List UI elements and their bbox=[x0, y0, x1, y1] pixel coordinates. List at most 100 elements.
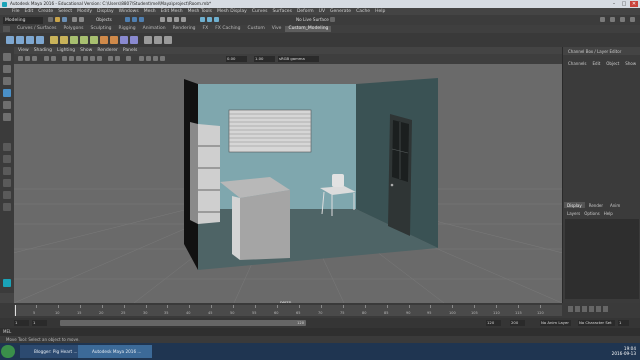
shadows-icon[interactable] bbox=[97, 56, 102, 61]
undo-icon[interactable] bbox=[72, 17, 77, 22]
selection-mode-label[interactable]: Objects bbox=[96, 17, 112, 22]
animation-end-field[interactable]: 200 bbox=[510, 320, 525, 326]
animation-start-field[interactable]: 1 bbox=[14, 320, 29, 326]
new-scene-icon[interactable] bbox=[48, 17, 53, 22]
menu-surfaces[interactable]: Surfaces bbox=[272, 9, 292, 14]
select-tool-icon[interactable] bbox=[3, 53, 11, 61]
symmetry-icon[interactable] bbox=[330, 17, 335, 22]
panel-menu-view[interactable]: View bbox=[18, 48, 29, 53]
layer-tab-render[interactable]: Render bbox=[585, 202, 606, 208]
camera-attributes-icon[interactable] bbox=[25, 56, 30, 61]
menu-file[interactable]: File bbox=[12, 9, 20, 14]
toggle-attribute-editor-icon[interactable] bbox=[610, 17, 615, 22]
panel-menu-renderer[interactable]: Renderer bbox=[97, 48, 118, 53]
time-slider[interactable]: 5 10 15 20 25 30 35 40 45 50 55 60 65 70 75 80 85 90 95 100… bbox=[0, 303, 640, 318]
panel-menu-lighting[interactable]: Lighting bbox=[57, 48, 75, 53]
anim-layer-dropdown[interactable]: No Anim Layer bbox=[540, 320, 571, 326]
play-forward-icon[interactable] bbox=[589, 306, 594, 312]
menu-mesh-display[interactable]: Mesh Display bbox=[217, 9, 247, 14]
save-scene-icon[interactable] bbox=[62, 17, 67, 22]
paint-select-tool-icon[interactable] bbox=[3, 77, 11, 85]
xray-icon[interactable] bbox=[108, 56, 113, 61]
render-icon[interactable] bbox=[200, 17, 205, 22]
wireframe-icon[interactable] bbox=[62, 56, 67, 61]
freeze-transform-icon[interactable] bbox=[154, 36, 162, 44]
bookmark-icon[interactable] bbox=[32, 56, 37, 61]
poly-cube-icon[interactable] bbox=[16, 36, 24, 44]
lasso-tool-icon[interactable] bbox=[3, 65, 11, 73]
single-perspective-layout-icon[interactable] bbox=[3, 143, 11, 151]
panel-menu-show[interactable]: Show bbox=[80, 48, 92, 53]
channel-menu-edit[interactable]: Edit bbox=[593, 61, 601, 66]
textured-icon[interactable] bbox=[83, 56, 88, 61]
layer-tab-anim[interactable]: Anim bbox=[607, 202, 624, 208]
ambient-occlusion-icon[interactable] bbox=[139, 56, 144, 61]
delete-history-icon[interactable] bbox=[164, 36, 172, 44]
bridge-icon[interactable] bbox=[80, 36, 88, 44]
menu-windows[interactable]: Windows bbox=[119, 9, 139, 14]
close-button[interactable]: ✕ bbox=[630, 1, 638, 7]
layers-menu-options[interactable]: Options bbox=[584, 211, 599, 216]
sign-in-icon[interactable] bbox=[600, 17, 605, 22]
scale-tool-icon[interactable] bbox=[3, 113, 11, 121]
tab-curves-surfaces[interactable]: Curves / Surfaces bbox=[14, 26, 60, 32]
poly-plane-icon[interactable] bbox=[36, 36, 44, 44]
shelf-gear-icon[interactable] bbox=[3, 26, 10, 32]
tab-vive[interactable]: Vive bbox=[269, 26, 285, 32]
step-back-icon[interactable] bbox=[575, 306, 580, 312]
smooth-shade-icon[interactable] bbox=[69, 56, 74, 61]
menu-uv[interactable]: UV bbox=[319, 9, 325, 14]
select-component-icon[interactable] bbox=[139, 17, 144, 22]
playback-end-field[interactable]: 120 bbox=[486, 320, 501, 326]
render-settings-icon[interactable] bbox=[214, 17, 219, 22]
tab-custom-modeling[interactable]: Custom_Modeling bbox=[285, 26, 332, 32]
go-to-end-icon[interactable] bbox=[603, 306, 608, 312]
tab-rendering[interactable]: Rendering bbox=[170, 26, 199, 32]
insert-edge-loop-icon[interactable] bbox=[110, 36, 118, 44]
start-button-icon[interactable] bbox=[1, 345, 15, 358]
snap-curve-icon[interactable] bbox=[167, 17, 172, 22]
depth-of-field-icon[interactable] bbox=[160, 56, 165, 61]
wireframe-on-shaded-icon[interactable] bbox=[76, 56, 81, 61]
menu-display[interactable]: Display bbox=[97, 9, 114, 14]
time-ruler[interactable]: 5 10 15 20 25 30 35 40 45 50 55 60 65 70 75 80 85 90 95 100… bbox=[14, 305, 562, 316]
play-backward-icon[interactable] bbox=[582, 306, 587, 312]
command-mode-label[interactable]: MEL bbox=[3, 329, 11, 334]
poly-sphere-icon[interactable] bbox=[6, 36, 14, 44]
command-line[interactable]: MEL bbox=[0, 328, 640, 336]
multi-cut-icon[interactable] bbox=[100, 36, 108, 44]
layer-list[interactable] bbox=[565, 219, 639, 299]
color-management-dropdown[interactable]: sRGB gamma bbox=[278, 56, 319, 62]
tab-sculpting[interactable]: Sculpting bbox=[88, 26, 115, 32]
layer-tab-display[interactable]: Display bbox=[564, 202, 585, 208]
merge-icon[interactable] bbox=[120, 36, 128, 44]
four-view-layout-icon[interactable] bbox=[3, 155, 11, 163]
redo-icon[interactable] bbox=[79, 17, 84, 22]
menu-help[interactable]: Help bbox=[375, 9, 385, 14]
menu-create[interactable]: Create bbox=[38, 9, 53, 14]
move-tool-icon[interactable] bbox=[3, 89, 11, 97]
live-surface-label[interactable]: No Live Surface bbox=[296, 17, 329, 22]
panel-menu-panels[interactable]: Panels bbox=[123, 48, 137, 53]
menu-modify[interactable]: Modify bbox=[77, 9, 92, 14]
poly-cylinder-icon[interactable] bbox=[26, 36, 34, 44]
image-plane-icon[interactable] bbox=[44, 56, 49, 61]
persp-graph-layout-icon[interactable] bbox=[3, 167, 11, 175]
persp-outliner-layout-icon[interactable] bbox=[3, 179, 11, 187]
taskbar-item-maya[interactable]: Autodesk Maya 2016 ... bbox=[78, 345, 152, 358]
menu-deform[interactable]: Deform bbox=[297, 9, 314, 14]
extrude-icon[interactable] bbox=[70, 36, 78, 44]
channel-menu-channels[interactable]: Channels bbox=[568, 61, 587, 66]
menu-curves[interactable]: Curves bbox=[252, 9, 268, 14]
tab-animation[interactable]: Animation bbox=[140, 26, 169, 32]
step-forward-icon[interactable] bbox=[596, 306, 601, 312]
minimize-button[interactable]: – bbox=[610, 1, 618, 7]
tab-rigging[interactable]: Rigging bbox=[116, 26, 139, 32]
bevel-icon[interactable] bbox=[90, 36, 98, 44]
range-bar[interactable]: 120 bbox=[60, 320, 306, 326]
use-all-lights-icon[interactable] bbox=[90, 56, 95, 61]
menu-set-dropdown[interactable]: Modeling bbox=[3, 16, 43, 24]
grid-icon[interactable] bbox=[51, 56, 56, 61]
menu-cache[interactable]: Cache bbox=[356, 9, 370, 14]
snap-grid-icon[interactable] bbox=[160, 17, 165, 22]
